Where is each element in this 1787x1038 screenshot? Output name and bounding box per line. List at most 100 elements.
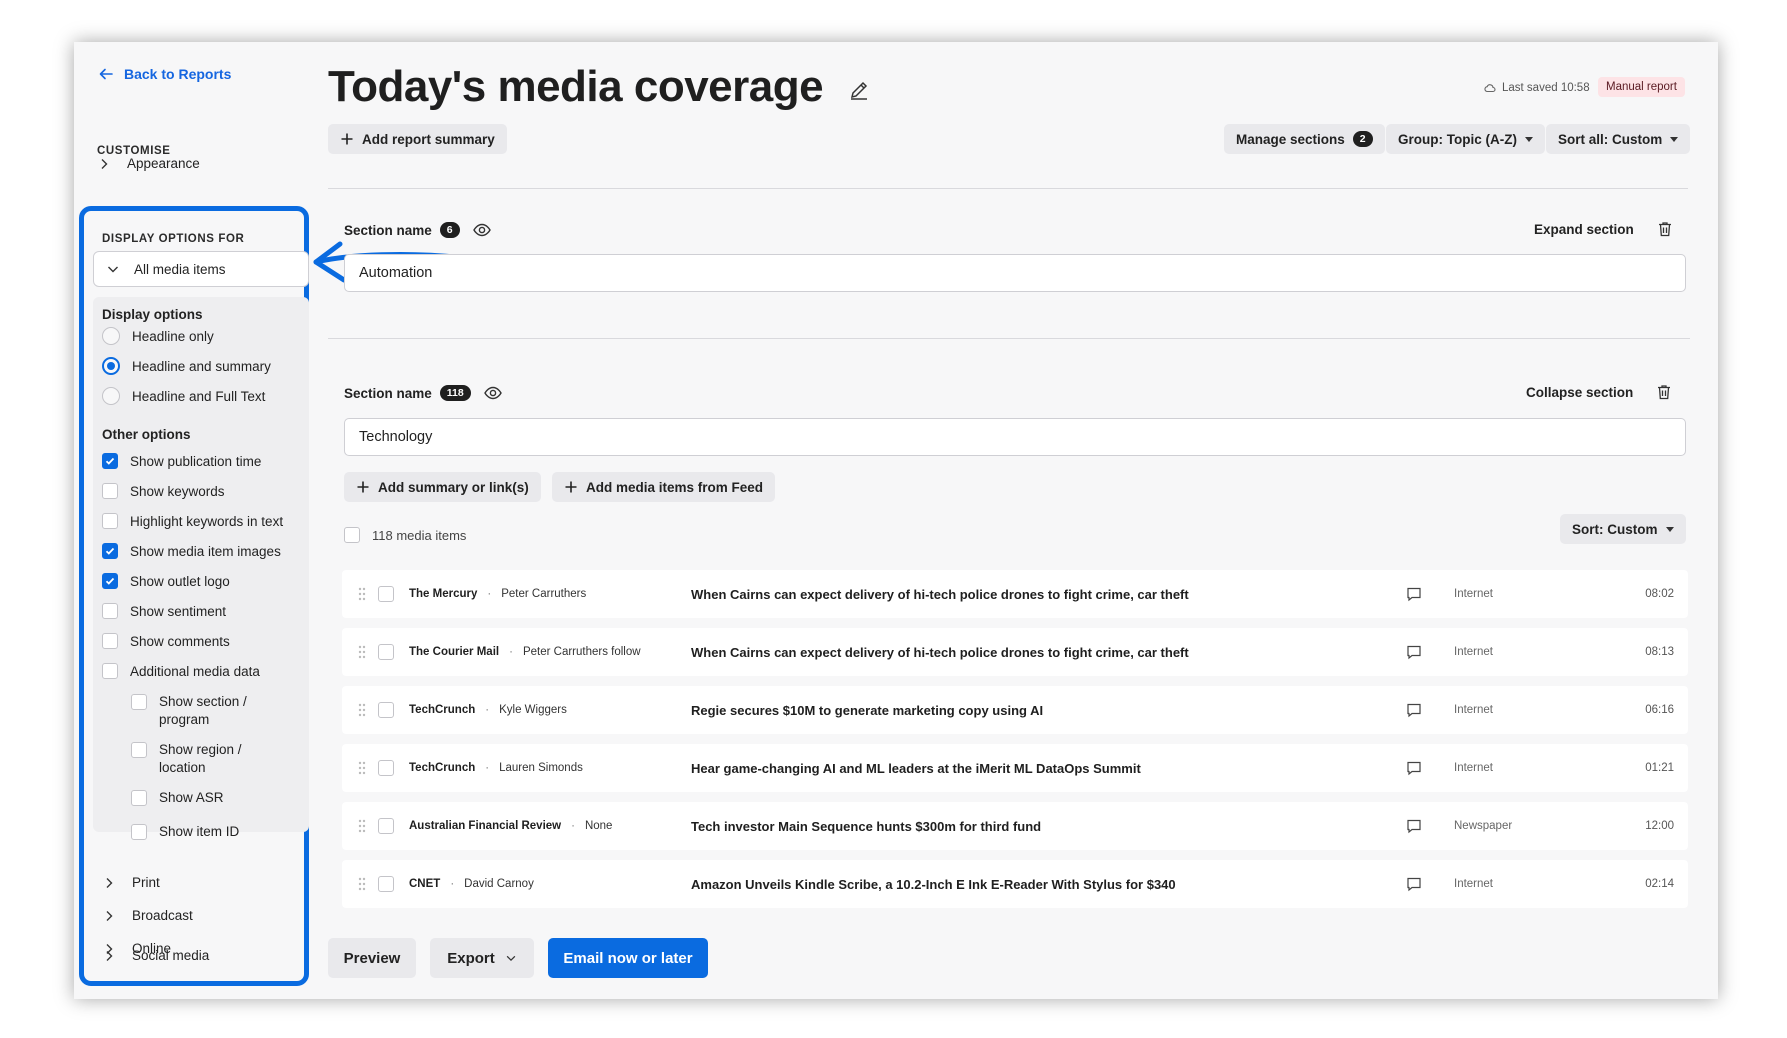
radio-label: Headline and summary bbox=[132, 358, 271, 374]
export-dropdown[interactable]: Export bbox=[430, 938, 534, 978]
checkbox[interactable] bbox=[102, 663, 118, 679]
row-checkbox[interactable] bbox=[378, 586, 394, 602]
edit-pencil-icon[interactable] bbox=[848, 79, 870, 101]
row-checkbox[interactable] bbox=[378, 876, 394, 892]
media-item-row[interactable]: The Mercury · Peter Carruthers When Cairns… bbox=[342, 570, 1688, 618]
checkbox-label: Show publication time bbox=[130, 453, 262, 469]
separator-dot: · bbox=[485, 762, 490, 774]
radio-button[interactable] bbox=[102, 387, 120, 405]
checkbox[interactable] bbox=[102, 483, 118, 499]
drag-handle-icon[interactable] bbox=[358, 703, 366, 717]
preview-button[interactable]: Preview bbox=[328, 938, 416, 978]
section-sort-dropdown[interactable]: Sort: Custom bbox=[1560, 514, 1686, 544]
media-item-row[interactable]: CNET · David Carnoy Amazon Unveils Kindle … bbox=[342, 860, 1688, 908]
select-all-checkbox[interactable] bbox=[344, 527, 360, 543]
section-toggle-broadcast[interactable]: Broadcast bbox=[102, 908, 193, 923]
comment-icon[interactable] bbox=[1406, 702, 1422, 718]
comment-icon[interactable] bbox=[1406, 760, 1422, 776]
checkbox[interactable] bbox=[102, 513, 118, 529]
checkbox-label: Show sentiment bbox=[130, 603, 227, 619]
checkbox[interactable] bbox=[131, 694, 147, 710]
comment-icon[interactable] bbox=[1406, 818, 1422, 834]
checkbox[interactable] bbox=[131, 790, 147, 806]
add-summary-links-button[interactable]: Add summary or link(s) bbox=[344, 472, 541, 502]
checkbox[interactable] bbox=[131, 824, 147, 840]
author-name: David Carnoy bbox=[464, 878, 534, 890]
radio-button-selected[interactable] bbox=[102, 357, 120, 375]
check-sentiment[interactable]: Show sentiment bbox=[102, 603, 226, 619]
check-publication-time[interactable]: Show publication time bbox=[102, 453, 261, 469]
media-item-row[interactable]: TechCrunch · Kyle Wiggers Regie secures $1… bbox=[342, 686, 1688, 734]
checkbox-checked[interactable] bbox=[102, 573, 118, 589]
drag-handle-icon[interactable] bbox=[358, 587, 366, 601]
headline-link[interactable]: Tech investor Main Sequence hunts $300m … bbox=[691, 819, 1041, 834]
email-now-or-later-button[interactable]: Email now or later bbox=[548, 938, 708, 978]
radio-headline-only[interactable]: Headline only bbox=[102, 327, 214, 345]
radio-headline-fulltext[interactable]: Headline and Full Text bbox=[102, 387, 265, 405]
check-region-location[interactable]: Show region / location bbox=[131, 741, 291, 777]
check-highlight-keywords[interactable]: Highlight keywords in text bbox=[102, 513, 283, 529]
add-media-from-feed-button[interactable]: Add media items from Feed bbox=[552, 472, 776, 502]
row-checkbox[interactable] bbox=[378, 702, 394, 718]
headline-link[interactable]: When Cairns can expect delivery of hi-te… bbox=[691, 587, 1189, 602]
headline-link[interactable]: Hear game-changing AI and ML leaders at … bbox=[691, 761, 1141, 776]
headline-link[interactable]: When Cairns can expect delivery of hi-te… bbox=[691, 645, 1189, 660]
media-item-row[interactable]: The Courier Mail · Peter Carruthers follow… bbox=[342, 628, 1688, 676]
check-additional-data[interactable]: Additional media data bbox=[102, 663, 260, 679]
checkbox-label: Show ASR bbox=[159, 790, 224, 805]
select-all-items[interactable]: 118 media items bbox=[344, 527, 466, 543]
drag-handle-icon[interactable] bbox=[358, 645, 366, 659]
checkbox-label: Show keywords bbox=[130, 483, 225, 499]
checkbox[interactable] bbox=[102, 603, 118, 619]
trash-icon[interactable] bbox=[1655, 383, 1673, 401]
drag-handle-icon[interactable] bbox=[358, 877, 366, 891]
media-item-row[interactable]: Australian Financial Review · None Tech in… bbox=[342, 802, 1688, 850]
comment-icon[interactable] bbox=[1406, 586, 1422, 602]
headline-link[interactable]: Amazon Unveils Kindle Scribe, a 10.2-Inc… bbox=[691, 877, 1176, 892]
row-checkbox[interactable] bbox=[378, 644, 394, 660]
radio-button[interactable] bbox=[102, 327, 120, 345]
comment-icon[interactable] bbox=[1406, 644, 1422, 660]
drag-handle-icon[interactable] bbox=[358, 761, 366, 775]
check-item-id[interactable]: Show item ID bbox=[131, 823, 239, 841]
outlet-info: TechCrunch · Kyle Wiggers bbox=[409, 704, 567, 716]
radio-headline-summary[interactable]: Headline and summary bbox=[102, 357, 271, 375]
checkbox-checked[interactable] bbox=[102, 543, 118, 559]
group-dropdown[interactable]: Group: Topic (A-Z) bbox=[1386, 124, 1545, 154]
footer-bar: Preview Export Email now or later bbox=[314, 918, 1718, 999]
checkbox[interactable] bbox=[102, 633, 118, 649]
check-comments[interactable]: Show comments bbox=[102, 633, 230, 649]
media-item-row[interactable]: TechCrunch · Lauren Simonds Hear game-chan… bbox=[342, 744, 1688, 792]
manage-sections-button[interactable]: Manage sections 2 bbox=[1224, 124, 1385, 154]
comment-icon[interactable] bbox=[1406, 876, 1422, 892]
back-to-reports-link[interactable]: Back to Reports bbox=[98, 66, 231, 82]
check-outlet-logo[interactable]: Show outlet logo bbox=[102, 573, 230, 589]
check-section-program[interactable]: Show section / program bbox=[131, 693, 291, 729]
add-report-summary-button[interactable]: Add report summary bbox=[328, 124, 507, 154]
row-checkbox[interactable] bbox=[378, 818, 394, 834]
section-toggle-print[interactable]: Print bbox=[102, 875, 160, 890]
expand-section-button[interactable]: Expand section bbox=[1534, 222, 1634, 237]
headline-link[interactable]: Regie secures $10M to generate marketing… bbox=[691, 703, 1043, 718]
separator-dot: · bbox=[450, 878, 455, 890]
drag-handle-icon[interactable] bbox=[358, 819, 366, 833]
appearance-toggle[interactable]: Appearance bbox=[97, 156, 200, 171]
sort-all-dropdown[interactable]: Sort all: Custom bbox=[1546, 124, 1691, 154]
eye-icon[interactable] bbox=[483, 383, 503, 403]
section-name-input[interactable]: Technology bbox=[344, 418, 1686, 456]
row-checkbox[interactable] bbox=[378, 760, 394, 776]
chevron-down-icon bbox=[506, 955, 516, 962]
section-toggle-social[interactable]: Social media bbox=[102, 948, 209, 963]
collapse-section-button[interactable]: Collapse section bbox=[1526, 385, 1633, 400]
check-keywords[interactable]: Show keywords bbox=[102, 483, 225, 499]
check-asr[interactable]: Show ASR bbox=[131, 789, 224, 807]
section-name-input[interactable]: Automation bbox=[344, 254, 1686, 292]
trash-icon[interactable] bbox=[1656, 220, 1674, 238]
checkbox[interactable] bbox=[131, 742, 147, 758]
checkbox-checked[interactable] bbox=[102, 453, 118, 469]
divider bbox=[328, 338, 1690, 339]
eye-icon[interactable] bbox=[472, 220, 492, 240]
scope-select[interactable]: All media items bbox=[93, 251, 309, 287]
check-media-images[interactable]: Show media item images bbox=[102, 543, 281, 559]
chevron-down-icon bbox=[108, 266, 118, 273]
